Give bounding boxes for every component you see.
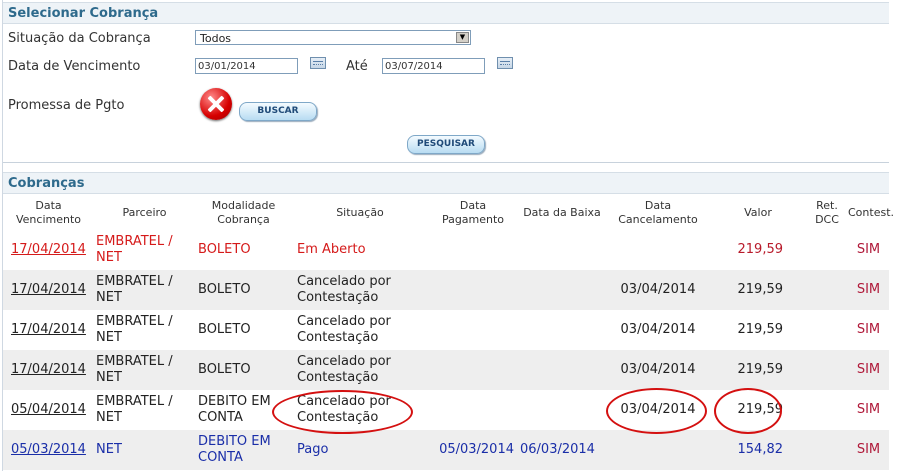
col-header-modalidade[interactable]: Modalidade Cobrança xyxy=(195,196,292,230)
pesquisar-button[interactable]: PESQUISAR xyxy=(407,135,485,154)
cell-valor: 154,82 xyxy=(710,430,806,470)
cell-situacao: Cancelado por Contestação xyxy=(292,350,428,390)
calendar-from-icon[interactable] xyxy=(310,57,326,69)
cell-pagamento xyxy=(428,390,518,430)
col-header-ret-dcc[interactable]: Ret. DCC xyxy=(806,196,848,230)
cell-baixa xyxy=(518,310,606,350)
cell-pagamento xyxy=(428,350,518,390)
cell-baixa xyxy=(518,230,606,270)
cell-valor: 219,59 xyxy=(710,270,806,310)
cell-pagamento xyxy=(428,270,518,310)
situacao-label: Situação da Cobrança xyxy=(8,31,151,46)
vencimento-to-input[interactable]: 03/07/2014 xyxy=(382,58,485,74)
cell-parceiro: EMBRATEL / NET xyxy=(94,350,195,390)
cell-ret-dcc xyxy=(806,310,848,350)
cell-cancelamento: 03/04/2014 xyxy=(606,390,710,430)
cell-vencimento-link[interactable]: 05/04/2014 xyxy=(3,390,94,430)
dropdown-arrow-icon[interactable]: ▼ xyxy=(456,32,469,43)
cell-cancelamento: 03/04/2014 xyxy=(606,270,710,310)
cell-valor: 219,59 xyxy=(710,390,806,430)
cell-ret-dcc xyxy=(806,390,848,430)
cell-situacao: Cancelado por Contestação xyxy=(292,270,428,310)
col-header-situacao[interactable]: Situação xyxy=(292,196,428,230)
cell-valor: 219,59 xyxy=(710,350,806,390)
col-header-valor[interactable]: Valor xyxy=(710,196,806,230)
col-header-contest[interactable]: Contest. xyxy=(848,196,894,230)
cell-modalidade: BOLETO xyxy=(195,350,292,390)
cell-modalidade: DEBITO EM CONTA xyxy=(195,390,292,430)
ate-label: Até xyxy=(346,59,368,74)
cobrancas-section-title: Cobranças xyxy=(3,172,889,194)
cell-pagamento xyxy=(428,310,518,350)
cell-modalidade: BOLETO xyxy=(195,270,292,310)
cell-ret-dcc xyxy=(806,230,848,270)
cell-modalidade: BOLETO xyxy=(195,310,292,350)
cell-valor: 219,59 xyxy=(710,230,806,270)
vencimento-from-input[interactable]: 03/01/2014 xyxy=(195,58,298,74)
cell-cancelamento xyxy=(606,230,710,270)
cell-cancelamento: 03/04/2014 xyxy=(606,310,710,350)
cell-pagamento xyxy=(428,230,518,270)
cell-ret-dcc xyxy=(806,270,848,310)
cell-parceiro: NET xyxy=(94,430,195,470)
cell-modalidade: BOLETO xyxy=(195,230,292,270)
cell-vencimento-link[interactable]: 17/04/2014 xyxy=(3,230,94,270)
table-row[interactable]: 05/04/2014 EMBRATEL / NET DEBITO EM CONT… xyxy=(3,390,889,430)
table-row[interactable]: 17/04/2014 EMBRATEL / NET BOLETO Cancela… xyxy=(3,310,889,350)
col-header-pagamento[interactable]: Data Pagamento xyxy=(428,196,518,230)
cell-contest: SIM xyxy=(848,270,889,310)
col-header-cancelamento[interactable]: Data Cancelamento xyxy=(606,196,710,230)
cell-modalidade: DEBITO EM CONTA xyxy=(195,430,292,470)
cell-valor: 219,59 xyxy=(710,310,806,350)
cell-ret-dcc xyxy=(806,350,848,390)
table-row[interactable]: 05/03/2014 NET DEBITO EM CONTA Pago 05/0… xyxy=(3,430,889,470)
cell-situacao: Cancelado por Contestação xyxy=(292,310,428,350)
cell-baixa xyxy=(518,270,606,310)
cell-parceiro: EMBRATEL / NET xyxy=(94,230,195,270)
cancel-x-icon[interactable] xyxy=(200,88,232,120)
buscar-button[interactable]: BUSCAR xyxy=(239,102,317,121)
cell-contest: SIM xyxy=(848,390,889,430)
cell-contest: SIM xyxy=(848,230,889,270)
divider xyxy=(3,162,889,163)
vencimento-label: Data de Vencimento xyxy=(8,59,141,74)
cell-cancelamento: 03/04/2014 xyxy=(606,350,710,390)
table-row[interactable]: 17/04/2014 EMBRATEL / NET BOLETO Cancela… xyxy=(3,270,889,310)
promessa-label: Promessa de Pgto xyxy=(8,98,125,113)
calendar-to-icon[interactable] xyxy=(497,57,513,69)
cell-ret-dcc xyxy=(806,430,848,470)
cell-contest: SIM xyxy=(848,350,889,390)
cell-cancelamento xyxy=(606,430,710,470)
cell-vencimento-link[interactable]: 17/04/2014 xyxy=(3,270,94,310)
col-header-parceiro[interactable]: Parceiro xyxy=(94,196,195,230)
cell-baixa xyxy=(518,350,606,390)
col-header-vencimento[interactable]: Data Vencimento xyxy=(3,196,94,230)
cell-parceiro: EMBRATEL / NET xyxy=(94,310,195,350)
cell-situacao: Cancelado por Contestação xyxy=(292,390,428,430)
cell-parceiro: EMBRATEL / NET xyxy=(94,390,195,430)
cell-parceiro: EMBRATEL / NET xyxy=(94,270,195,310)
cell-situacao: Em Aberto xyxy=(292,230,428,270)
col-header-baixa[interactable]: Data da Baixa xyxy=(518,196,606,230)
cell-pagamento: 05/03/2014 xyxy=(428,430,518,470)
cobrancas-table: Data Vencimento Parceiro Modalidade Cobr… xyxy=(3,196,894,470)
cell-vencimento-link[interactable]: 17/04/2014 xyxy=(3,310,94,350)
cell-baixa xyxy=(518,390,606,430)
cell-vencimento-link[interactable]: 17/04/2014 xyxy=(3,350,94,390)
cell-contest: SIM xyxy=(848,310,889,350)
situacao-value: Todos xyxy=(200,32,232,45)
cell-vencimento-link[interactable]: 05/03/2014 xyxy=(3,430,94,470)
table-header-row: Data Vencimento Parceiro Modalidade Cobr… xyxy=(3,196,894,230)
cell-contest: SIM xyxy=(848,430,889,470)
table-row[interactable]: 17/04/2014 EMBRATEL / NET BOLETO Em Aber… xyxy=(3,230,889,270)
select-section-title: Selecionar Cobrança xyxy=(3,2,889,24)
table-row[interactable]: 17/04/2014 EMBRATEL / NET BOLETO Cancela… xyxy=(3,350,889,390)
cell-baixa: 06/03/2014 xyxy=(518,430,606,470)
situacao-select[interactable]: Todos ▼ xyxy=(195,30,471,45)
cell-situacao: Pago xyxy=(292,430,428,470)
